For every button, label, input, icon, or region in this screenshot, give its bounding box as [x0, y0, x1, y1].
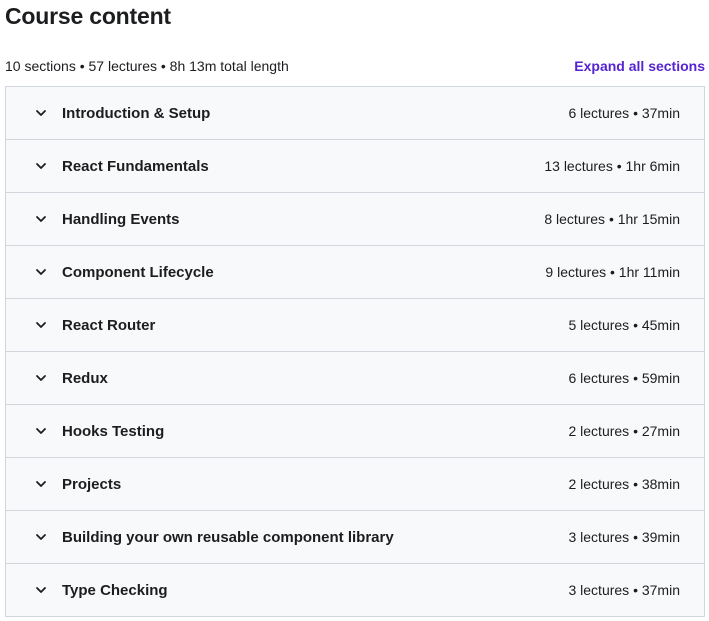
section-title: Introduction & Setup: [62, 104, 211, 122]
section-meta: 5 lectures • 45min: [568, 317, 680, 333]
section-title: Type Checking: [62, 581, 168, 599]
section-meta: 3 lectures • 37min: [568, 582, 680, 598]
course-sections-accordion: Introduction & Setup 6 lectures • 37min …: [5, 86, 705, 617]
chevron-down-icon: [34, 212, 48, 226]
chevron-down-icon: [34, 424, 48, 438]
chevron-down-icon: [34, 159, 48, 173]
section-row[interactable]: Handling Events 8 lectures • 1hr 15min: [6, 193, 704, 246]
expand-all-sections-button[interactable]: Expand all sections: [574, 58, 705, 74]
course-summary: 10 sections • 57 lectures • 8h 13m total…: [5, 58, 289, 74]
section-meta: 13 lectures • 1hr 6min: [544, 158, 680, 174]
chevron-down-icon: [34, 583, 48, 597]
section-title: React Fundamentals: [62, 157, 209, 175]
chevron-down-icon: [34, 530, 48, 544]
section-title: Projects: [62, 475, 122, 493]
chevron-down-icon: [34, 477, 48, 491]
section-row[interactable]: Redux 6 lectures • 59min: [6, 352, 704, 405]
section-row[interactable]: Hooks Testing 2 lectures • 27min: [6, 405, 704, 458]
section-row[interactable]: Component Lifecycle 9 lectures • 1hr 11m…: [6, 246, 704, 299]
section-row[interactable]: React Router 5 lectures • 45min: [6, 299, 704, 352]
section-title: Redux: [62, 369, 108, 387]
chevron-down-icon: [34, 318, 48, 332]
chevron-down-icon: [34, 371, 48, 385]
section-row[interactable]: Building your own reusable component lib…: [6, 511, 704, 564]
section-title: Building your own reusable component lib…: [62, 528, 394, 546]
section-meta: 6 lectures • 37min: [568, 105, 680, 121]
section-meta: 9 lectures • 1hr 11min: [545, 264, 680, 280]
section-row[interactable]: React Fundamentals 13 lectures • 1hr 6mi…: [6, 140, 704, 193]
section-title: React Router: [62, 316, 156, 334]
course-summary-row: 10 sections • 57 lectures • 8h 13m total…: [5, 56, 705, 76]
section-meta: 8 lectures • 1hr 15min: [544, 211, 680, 227]
section-meta: 2 lectures • 38min: [568, 476, 680, 492]
chevron-down-icon: [34, 265, 48, 279]
section-row[interactable]: Projects 2 lectures • 38min: [6, 458, 704, 511]
page-title: Course content: [5, 3, 171, 29]
section-meta: 6 lectures • 59min: [568, 370, 680, 386]
section-title: Handling Events: [62, 210, 180, 228]
section-title: Component Lifecycle: [62, 263, 214, 281]
section-row[interactable]: Introduction & Setup 6 lectures • 37min: [6, 87, 704, 140]
chevron-down-icon: [34, 106, 48, 120]
section-row[interactable]: Type Checking 3 lectures • 37min: [6, 564, 704, 617]
section-meta: 3 lectures • 39min: [568, 529, 680, 545]
section-meta: 2 lectures • 27min: [568, 423, 680, 439]
section-title: Hooks Testing: [62, 422, 165, 440]
